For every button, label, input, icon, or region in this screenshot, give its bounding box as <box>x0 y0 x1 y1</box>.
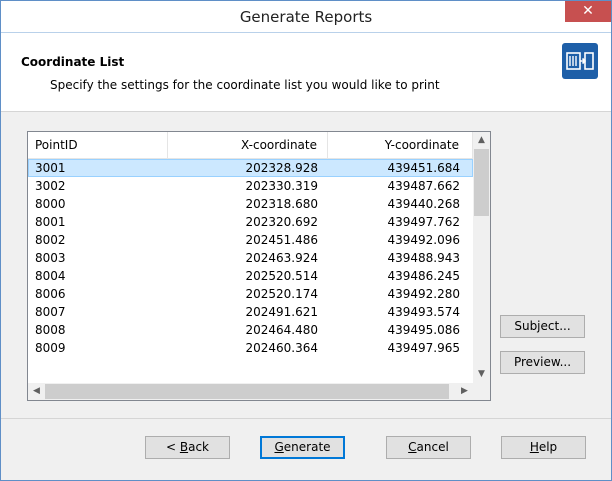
cell-x: 202463.924 <box>245 251 318 265</box>
report-icon <box>562 43 598 79</box>
cell-x: 202451.486 <box>245 233 318 247</box>
title-bar: Generate Reports ✕ <box>1 1 611 33</box>
cell-y: 439497.762 <box>387 215 460 229</box>
table-row[interactable]: 8006 202520.174 439492.280 <box>28 285 473 303</box>
cell-pointid: 8009 <box>35 341 66 355</box>
cell-pointid: 8006 <box>35 287 66 301</box>
wizard-header: Coordinate List Specify the settings for… <box>1 33 611 112</box>
cell-pointid: 3002 <box>35 179 66 193</box>
scroll-left-icon[interactable]: ◀ <box>28 383 45 400</box>
close-icon: ✕ <box>582 3 594 19</box>
cell-x: 202520.514 <box>245 269 318 283</box>
subject-button[interactable]: Subject... <box>500 315 585 338</box>
close-button[interactable]: ✕ <box>565 1 611 22</box>
column-header-x[interactable]: X-coordinate <box>168 132 328 158</box>
cell-pointid: 8003 <box>35 251 66 265</box>
list-header: PointID X-coordinate Y-coordinate <box>28 132 473 159</box>
cell-x: 202328.928 <box>245 161 318 175</box>
dialog-window: Generate Reports ✕ Coordinate List Speci… <box>0 0 612 481</box>
generate-button[interactable]: Generate <box>260 436 345 459</box>
cell-y: 439486.245 <box>387 269 460 283</box>
cell-x: 202464.480 <box>245 323 318 337</box>
table-row[interactable]: 3002 202330.319 439487.662 <box>28 177 473 195</box>
cell-x: 202491.621 <box>245 305 318 319</box>
cell-y: 439487.662 <box>387 179 460 193</box>
footer-divider <box>1 418 611 419</box>
column-header-pointid[interactable]: PointID <box>28 132 168 158</box>
page-title: Coordinate List <box>21 55 125 69</box>
vertical-scrollbar[interactable]: ▲ ▼ <box>473 132 490 383</box>
scroll-up-icon[interactable]: ▲ <box>473 132 490 149</box>
table-row[interactable]: 8002 202451.486 439492.096 <box>28 231 473 249</box>
cell-pointid: 3001 <box>35 161 66 175</box>
table-row[interactable]: 8004 202520.514 439486.245 <box>28 267 473 285</box>
help-button[interactable]: Help <box>501 436 586 459</box>
cell-x: 202330.319 <box>245 179 318 193</box>
cell-y: 439440.268 <box>387 197 460 211</box>
cell-y: 439451.684 <box>387 161 460 175</box>
coordinate-list[interactable]: PointID X-coordinate Y-coordinate 3001 20… <box>27 131 491 401</box>
page-subtitle: Specify the settings for the coordinate … <box>50 78 440 92</box>
cancel-button[interactable]: Cancel <box>386 436 471 459</box>
cell-y: 439492.280 <box>387 287 460 301</box>
table-row[interactable]: 8008 202464.480 439495.086 <box>28 321 473 339</box>
window-title: Generate Reports <box>239 8 373 26</box>
column-header-y[interactable]: Y-coordinate <box>328 132 473 158</box>
scroll-down-icon[interactable]: ▼ <box>473 366 490 383</box>
cell-pointid: 8007 <box>35 305 66 319</box>
table-row[interactable]: 8000 202318.680 439440.268 <box>28 195 473 213</box>
table-row[interactable]: 8007 202491.621 439493.574 <box>28 303 473 321</box>
cell-pointid: 8004 <box>35 269 66 283</box>
table-row[interactable]: 8001 202320.692 439497.762 <box>28 213 473 231</box>
back-button[interactable]: < Back <box>145 436 230 459</box>
table-row[interactable]: 8009 202460.364 439497.965 <box>28 339 473 357</box>
vertical-scroll-thumb[interactable] <box>474 149 489 216</box>
list-rows: 3001 202328.928 439451.684 3002 202330.319 43… <box>28 159 473 375</box>
cell-pointid: 8000 <box>35 197 66 211</box>
cell-x: 202318.680 <box>245 197 318 211</box>
cell-y: 439493.574 <box>387 305 460 319</box>
cell-y: 439495.086 <box>387 323 460 337</box>
cell-pointid: 8002 <box>35 233 66 247</box>
cell-y: 439488.943 <box>387 251 460 265</box>
horizontal-scroll-thumb[interactable] <box>45 384 449 399</box>
cell-x: 202460.364 <box>245 341 318 355</box>
cell-pointid: 8001 <box>35 215 66 229</box>
cell-x: 202320.692 <box>245 215 318 229</box>
horizontal-scrollbar[interactable]: ◀ ▶ <box>28 383 473 400</box>
preview-button[interactable]: Preview... <box>500 351 585 374</box>
cell-y: 439497.965 <box>387 341 460 355</box>
cell-y: 439492.096 <box>387 233 460 247</box>
table-row[interactable]: 8003 202463.924 439488.943 <box>28 249 473 267</box>
cell-x: 202520.174 <box>245 287 318 301</box>
table-row[interactable]: 3001 202328.928 439451.684 <box>28 159 473 177</box>
cell-pointid: 8008 <box>35 323 66 337</box>
scroll-right-icon[interactable]: ▶ <box>456 383 473 400</box>
scroll-corner <box>473 383 490 400</box>
